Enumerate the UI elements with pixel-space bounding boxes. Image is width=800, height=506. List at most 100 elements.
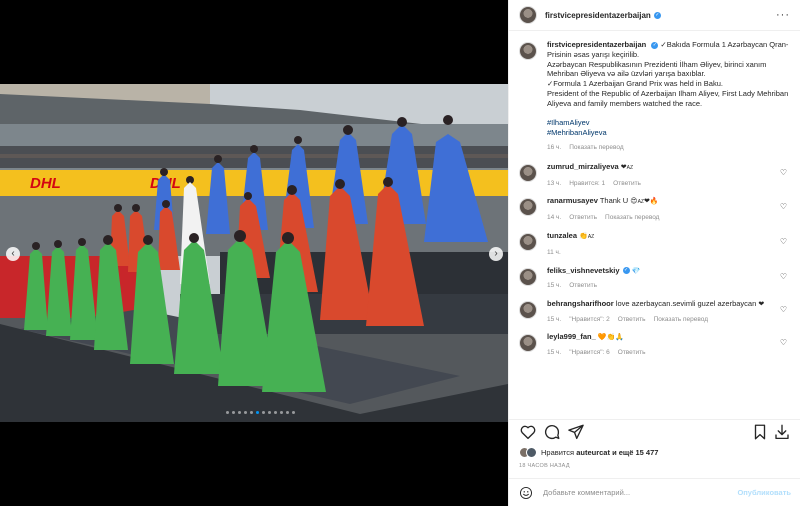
carousel-dot [286, 411, 289, 414]
comment-emoji: ❤ [758, 301, 765, 309]
liker-avatar [526, 447, 537, 458]
comment-username[interactable]: feliks_vishnevetskiy [547, 266, 620, 275]
carousel-next-button[interactable]: › [489, 247, 503, 261]
likes-text[interactable]: Нравится auteurcat и ещё 15 477 [541, 448, 658, 457]
carousel-dot [268, 411, 271, 414]
reply-link[interactable]: Ответить [569, 281, 597, 291]
comment-meta: 13 ч. Нравится: 1 Ответить [547, 179, 791, 189]
reply-link[interactable]: Ответить [569, 213, 597, 223]
carousel-dot [280, 411, 283, 414]
likes-user[interactable]: auteurcat [576, 448, 610, 457]
comment-time: 11 ч. [547, 248, 561, 256]
heart-icon[interactable] [519, 423, 537, 441]
author-avatar[interactable] [519, 6, 537, 24]
comment-likes[interactable]: Нравится: 1 [569, 179, 605, 189]
comment: zumrud_mirzaliyeva ❤AZ 13 ч. Нравится: 1 От… [519, 162, 791, 189]
comment-like-heart-icon[interactable]: ♡ [780, 237, 787, 246]
verified-badge-icon: ✓ [622, 267, 630, 275]
commenter-avatar[interactable] [519, 267, 537, 286]
comment-meta: 15 ч. "Нравится": 2 Ответить Показать перев… [547, 315, 791, 325]
comment-meta: 14 ч. Ответить Показать перевод [547, 213, 791, 223]
carousel-prev-button[interactable]: ‹ [6, 247, 20, 261]
comment-like-heart-icon[interactable]: ♡ [780, 338, 787, 347]
smile-icon[interactable] [519, 486, 533, 500]
comment-username[interactable]: leyla999_fan_ [547, 332, 596, 341]
carousel-dot [274, 411, 277, 414]
comment: leyla999_fan_ 🧡👏🙏 15 ч. "Нравится": 6 Ответ… [519, 332, 791, 358]
comments-list: firstvicepresidentazerbaijan ✓ ✓Bakıda F… [509, 32, 800, 412]
download-icon[interactable] [773, 423, 791, 441]
comment-emoji: 🧡👏🙏 [597, 333, 625, 341]
comment-username[interactable]: zumrud_mirzaliyeva [547, 162, 619, 171]
likes-count[interactable]: и ещё 15 477 [612, 448, 658, 457]
caption-line: ✓Formula 1 Azerbaijan Grand Prix was hel… [547, 79, 723, 89]
send-icon[interactable] [567, 423, 585, 441]
commenter-avatar[interactable] [519, 198, 537, 217]
comment-time: 15 ч. [547, 282, 562, 290]
comment-text: love azerbaycan.sevimli guzel azerbaycan [615, 299, 757, 309]
reply-link[interactable]: Ответить [613, 179, 641, 189]
comment: feliks_vishnevetskiy ✓ 💎 15 ч. Ответить ♡ [519, 266, 791, 292]
commenter-avatar[interactable] [519, 301, 537, 320]
reply-link[interactable]: Ответить [618, 315, 646, 325]
comment-time: 15 ч. [547, 348, 562, 356]
comment-username[interactable]: behrangsharifhoor [547, 299, 614, 308]
bookmark-icon[interactable] [751, 423, 769, 441]
carousel-dots [226, 411, 295, 414]
comment: ranarmusayev Thank U 😍AZ❤🔥 14 ч. Ответить П… [519, 196, 791, 223]
comment-like-heart-icon[interactable]: ♡ [780, 305, 787, 314]
caption-meta: 16 ч. Показать перевод [547, 143, 791, 153]
comment-emoji: 👏 [579, 232, 588, 240]
post-photo: DHL DHL [0, 84, 508, 422]
caption: firstvicepresidentazerbaijan ✓ ✓Bakıda F… [519, 40, 791, 153]
comment-text: Thank U [599, 196, 629, 206]
post-actions [509, 419, 800, 443]
hashtag-link[interactable]: #IlhamAliyev [547, 118, 791, 128]
comment-like-heart-icon[interactable]: ♡ [780, 168, 787, 177]
post-side-panel: firstvicepresidentazerbaijan ✓ ··· first… [508, 0, 800, 506]
reply-link[interactable]: Ответить [618, 348, 646, 358]
carousel-dot [238, 411, 241, 414]
comment-emoji: 💎 [631, 267, 641, 275]
comment-emoji-extra: ❤🔥 [643, 198, 659, 206]
publish-button[interactable]: Опубликовать [737, 488, 791, 497]
comment-meta: 15 ч. "Нравится": 6 Ответить [547, 348, 791, 358]
comment-likes[interactable]: "Нравится": 6 [569, 348, 610, 358]
show-translation-link[interactable]: Показать перевод [605, 213, 659, 223]
commenter-avatar[interactable] [519, 232, 537, 251]
comment-meta: 15 ч. Ответить [547, 281, 791, 291]
comment-time: 14 ч. [547, 214, 562, 222]
photo-illustration: DHL DHL [0, 84, 508, 422]
comment-like-heart-icon[interactable]: ♡ [780, 202, 787, 211]
caption-time: 16 ч. [547, 143, 562, 151]
comment-meta: 11 ч. [547, 248, 791, 258]
more-icon[interactable]: ··· [776, 9, 790, 21]
comment-flag: AZ [626, 164, 634, 171]
comment-time: 13 ч. [547, 179, 562, 187]
verified-badge-icon: ✓ [653, 11, 661, 19]
comment-icon[interactable] [543, 423, 561, 441]
post-time-ago: 18 ЧАСОВ НАЗАД [519, 463, 570, 469]
caption-username[interactable]: firstvicepresidentazerbaijan [547, 40, 646, 49]
commenter-avatar[interactable] [519, 163, 537, 182]
show-translation-link[interactable]: Показать перевод [654, 315, 708, 325]
comment-time: 15 ч. [547, 315, 562, 323]
author-avatar[interactable] [519, 42, 537, 60]
comment-username[interactable]: ranarmusayev [547, 196, 598, 205]
comment-like-heart-icon[interactable]: ♡ [780, 272, 787, 281]
comment: tunzalea 👏AZ 11 ч. ♡ [519, 231, 791, 258]
post-header: firstvicepresidentazerbaijan ✓ ··· [509, 0, 800, 31]
svg-text:DHL: DHL [30, 175, 61, 192]
likes-summary: Нравится auteurcat и ещё 15 477 [519, 447, 658, 458]
hashtag-link[interactable]: #MehribanAliyeva [547, 128, 791, 138]
post-media: DHL DHL [0, 0, 508, 506]
carousel-dot [292, 411, 295, 414]
author-username[interactable]: firstvicepresidentazerbaijan [545, 11, 651, 20]
comment-input[interactable] [543, 488, 738, 497]
comment-likes[interactable]: "Нравится": 2 [569, 315, 610, 325]
commenter-avatar[interactable] [519, 333, 537, 352]
comment-emoji: 😍 [630, 198, 638, 206]
show-translation-link[interactable]: Показать перевод [569, 143, 623, 153]
comment-username[interactable]: tunzalea [547, 231, 577, 240]
carousel-dot [262, 411, 265, 414]
